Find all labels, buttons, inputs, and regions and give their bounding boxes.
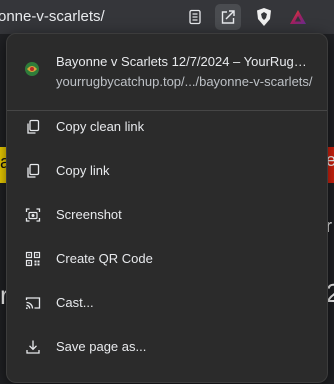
share-page-title: Bayonne v Scarlets 12/7/2024 – YourRugby… xyxy=(56,54,314,69)
qr-code-icon xyxy=(25,251,41,267)
copy-clean-link-icon xyxy=(25,119,41,135)
create-qr-code-label: Create QR Code xyxy=(56,251,153,266)
reading-mode-icon[interactable] xyxy=(182,4,208,30)
create-qr-code-item[interactable]: Create QR Code xyxy=(7,239,327,279)
screenshot-item[interactable]: Screenshot xyxy=(7,195,327,235)
copy-link-icon xyxy=(25,163,41,179)
site-favicon xyxy=(24,61,40,77)
copy-clean-link-item[interactable]: Copy clean link xyxy=(7,107,327,147)
copy-link-label: Copy link xyxy=(56,163,110,178)
copy-link-item[interactable]: Copy link xyxy=(7,151,327,191)
share-menu: Bayonne v Scarlets 12/7/2024 – YourRugby… xyxy=(6,33,328,383)
brave-shields-icon[interactable] xyxy=(251,4,277,30)
screenshot-icon xyxy=(25,207,41,223)
cast-item[interactable]: Cast... xyxy=(7,283,327,323)
cast-label: Cast... xyxy=(56,295,94,310)
save-page-as-label: Save page as... xyxy=(56,339,147,354)
copy-clean-link-label: Copy clean link xyxy=(56,119,145,134)
brave-rewards-icon[interactable] xyxy=(285,4,311,30)
share-page-url: yourrugbycatchup.top/.../bayonne-v-scarl… xyxy=(56,74,313,89)
download-icon xyxy=(25,339,41,355)
address-bar-url[interactable]: onne-v-scarlets/ xyxy=(0,8,105,25)
save-page-as-item[interactable]: Save page as... xyxy=(7,327,327,367)
share-menu-header: Bayonne v Scarlets 12/7/2024 – YourRugby… xyxy=(7,34,327,104)
cast-icon xyxy=(25,295,41,311)
screenshot-label: Screenshot xyxy=(56,207,122,222)
share-icon[interactable] xyxy=(215,4,241,30)
browser-toolbar: onne-v-scarlets/ xyxy=(0,0,334,34)
